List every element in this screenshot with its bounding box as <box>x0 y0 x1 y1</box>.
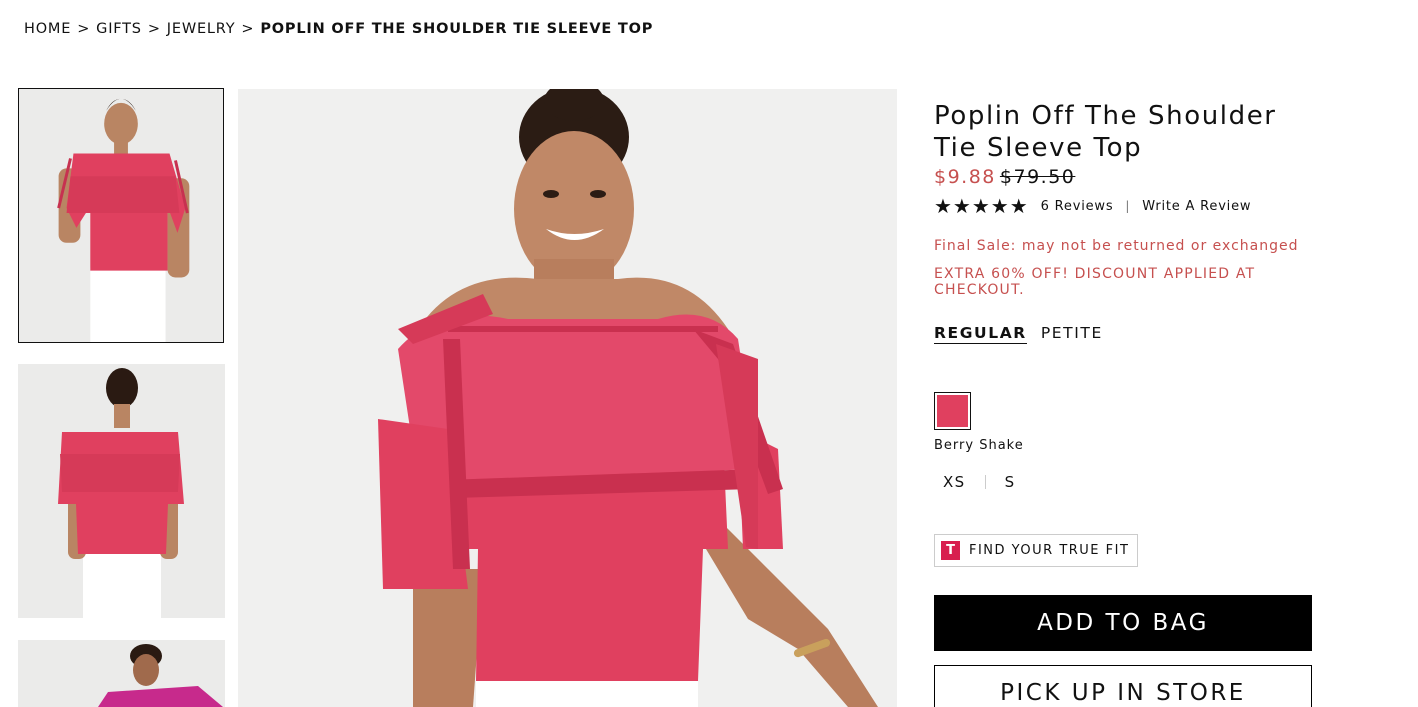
sale-price: $9.88 <box>934 166 996 188</box>
main-product-image[interactable] <box>238 89 897 707</box>
original-price: $79.50 <box>999 166 1076 188</box>
add-to-bag-button[interactable]: ADD TO BAG <box>934 595 1312 651</box>
product-alt-image <box>18 640 225 707</box>
breadcrumb-separator: > <box>241 21 255 37</box>
write-review-link[interactable]: Write A Review <box>1142 199 1251 214</box>
true-fit-logo-icon: T <box>941 541 960 560</box>
size-type-regular[interactable]: REGULAR <box>934 324 1027 344</box>
price-row: $9.88 $79.50 <box>934 166 1314 188</box>
size-type-petite[interactable]: PETITE <box>1041 324 1103 344</box>
product-main-photo <box>238 89 897 707</box>
color-swatch-berry-shake[interactable] <box>934 392 971 430</box>
thumbnail-back[interactable] <box>18 364 225 618</box>
thumbnail-alt[interactable] <box>18 640 225 707</box>
size-xs-button[interactable]: XS <box>934 473 975 491</box>
final-sale-notice: Final Sale: may not be returned or excha… <box>934 238 1299 254</box>
breadcrumb-jewelry[interactable]: JEWELRY <box>167 21 236 37</box>
breadcrumb: HOME > GIFTS > JEWELRY > POPLIN OFF THE SHOULD… <box>24 21 653 37</box>
breadcrumb-separator: > <box>77 21 91 37</box>
size-divider <box>984 475 986 489</box>
true-fit-button[interactable]: T FIND YOUR TRUE FIT <box>934 534 1139 567</box>
product-title: Poplin Off The Shoulder Tie Sleeve Top <box>934 101 1277 163</box>
reviews-link[interactable]: 6 Reviews <box>1041 199 1114 214</box>
breadcrumb-home[interactable]: HOME <box>24 21 71 37</box>
size-s-button[interactable]: S <box>996 473 1025 491</box>
rating-divider: | <box>1125 199 1131 213</box>
selected-color-name: Berry Shake <box>934 438 1024 453</box>
true-fit-label: FIND YOUR TRUE FIT <box>969 543 1130 558</box>
product-back-image <box>18 364 225 618</box>
breadcrumb-separator: > <box>147 21 161 37</box>
rating-row: ★★★★★ 6 Reviews | Write A Review <box>934 194 1314 218</box>
size-selector: XS S <box>934 473 1314 491</box>
rating-stars-icon: ★★★★★ <box>934 194 1029 218</box>
promo-message: EXTRA 60% OFF! DISCOUNT APPLIED AT CHECK… <box>934 266 1256 298</box>
breadcrumb-current: POPLIN OFF THE SHOULDER TIE SLEEVE TOP <box>260 21 654 37</box>
product-info: Poplin Off The Shoulder Tie Sleeve Top $… <box>934 100 1314 707</box>
thumbnail-front[interactable] <box>18 88 224 343</box>
product-front-image <box>19 89 223 342</box>
size-type-selector: REGULAR PETITE <box>934 324 1314 344</box>
swatch-color-fill <box>937 395 968 427</box>
breadcrumb-gifts[interactable]: GIFTS <box>96 21 142 37</box>
pick-up-in-store-button[interactable]: PICK UP IN STORE <box>934 665 1312 707</box>
